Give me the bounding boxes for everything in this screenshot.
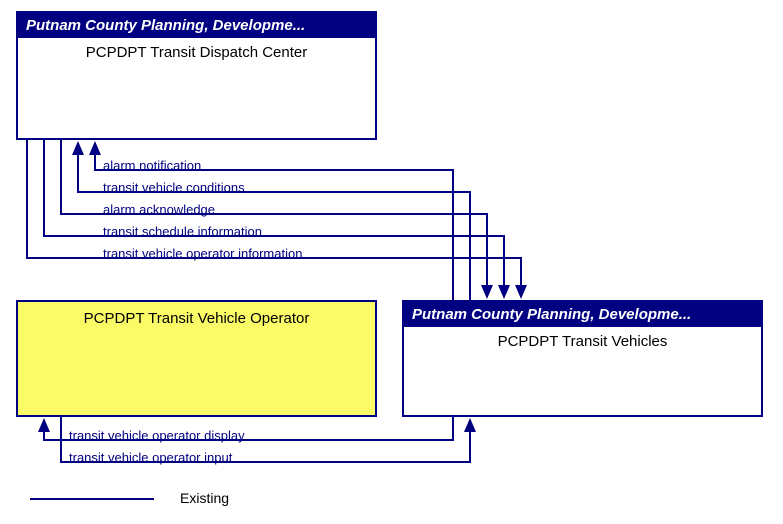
node-vehicles-header: Putnam County Planning, Developme...: [404, 302, 761, 327]
node-vehicles-body: PCPDPT Transit Vehicles: [404, 327, 761, 356]
flow-alarm-acknowledge: alarm acknowledge: [103, 202, 215, 217]
node-transit-vehicles[interactable]: Putnam County Planning, Developme... PCP…: [402, 300, 763, 417]
node-dispatch-body: PCPDPT Transit Dispatch Center: [18, 38, 375, 67]
legend-label-existing: Existing: [180, 490, 229, 506]
node-dispatch-center[interactable]: Putnam County Planning, Developme... PCP…: [16, 11, 377, 140]
flow-transit-vehicle-operator-display: transit vehicle operator display: [69, 428, 245, 443]
legend-line-existing: [30, 498, 154, 500]
flow-transit-schedule-information: transit schedule information: [103, 224, 262, 239]
flow-transit-vehicle-conditions: transit vehicle conditions: [103, 180, 245, 195]
flow-transit-vehicle-operator-info: transit vehicle operator information: [103, 246, 302, 261]
node-operator-body: PCPDPT Transit Vehicle Operator: [18, 302, 375, 333]
node-dispatch-header: Putnam County Planning, Developme...: [18, 13, 375, 38]
flow-alarm-notification: alarm notification: [103, 158, 201, 173]
flow-transit-vehicle-operator-input: transit vehicle operator input: [69, 450, 232, 465]
node-vehicle-operator[interactable]: PCPDPT Transit Vehicle Operator: [16, 300, 377, 417]
